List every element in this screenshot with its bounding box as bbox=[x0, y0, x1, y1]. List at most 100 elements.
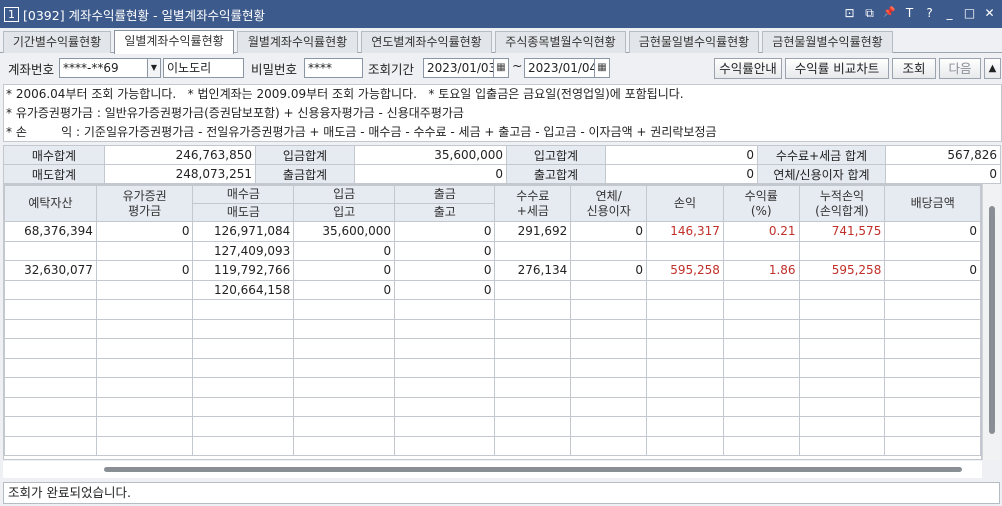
interest-total-value: 0 bbox=[885, 164, 1001, 184]
stock-in-total-label: 입고합계 bbox=[506, 145, 606, 165]
account-number-label: 계좌번호 bbox=[8, 62, 55, 77]
header-in-stock[interactable]: 입고 bbox=[293, 203, 396, 222]
tab-yearly-account-return[interactable]: 연도별계좌수익률현황 bbox=[361, 31, 492, 53]
rate-cell: 0.21 bbox=[722, 221, 800, 242]
tab-gold-monthly-return[interactable]: 금현물월별수익률현황 bbox=[762, 31, 893, 53]
note-line: * 유가증권평가금 : 일반유가증권평가금(증권담보포함) + 신용융자평가금 … bbox=[6, 106, 464, 120]
password-field[interactable]: **** bbox=[304, 58, 363, 78]
fee-tax-total-value: 567,826 bbox=[885, 145, 1001, 165]
password-label: 비밀번호 bbox=[251, 62, 298, 77]
table-row[interactable]: 68,376,394 0 126,971,084 35,600,000 0 29… bbox=[4, 221, 981, 242]
withdraw-total-label: 출금합계 bbox=[255, 164, 355, 184]
horizontal-scrollbar[interactable] bbox=[3, 461, 982, 478]
interest-cell: 0 bbox=[570, 221, 648, 242]
window-number-badge[interactable]: 1 bbox=[4, 6, 19, 22]
empty-table-row[interactable] bbox=[4, 416, 981, 437]
fee-tax-total-label: 수수료+세금 합계 bbox=[757, 145, 886, 165]
dividend-cell: 0 bbox=[884, 221, 981, 242]
cum-pnl-cell: 595,258 bbox=[798, 260, 886, 281]
status-bar: 조회가 완료되었습니다. bbox=[3, 482, 1000, 504]
tab-stock-monthly-return[interactable]: 주식종목별월수익현황 bbox=[495, 31, 626, 53]
deposit-cell: 68,376,394 bbox=[4, 221, 97, 242]
out-money-cell: 0 bbox=[394, 221, 496, 242]
tab-period-return[interactable]: 기간별수익률현황 bbox=[3, 31, 111, 53]
account-number-field[interactable]: ****-**69 bbox=[59, 58, 148, 78]
period-label: 조회기간 bbox=[368, 62, 415, 77]
query-button[interactable]: 조회 bbox=[892, 58, 936, 79]
dividend-cell: 0 bbox=[884, 260, 981, 281]
minimize-icon[interactable]: _ bbox=[943, 5, 956, 21]
account-dropdown-button[interactable]: ▼ bbox=[147, 58, 161, 78]
header-interest[interactable]: 연체/ 신용이자 bbox=[570, 185, 648, 222]
calendar-from-icon[interactable]: ▦ bbox=[493, 58, 509, 78]
tab-gold-daily-return[interactable]: 금현물일별수익률현황 bbox=[629, 31, 759, 53]
empty-table-row[interactable] bbox=[4, 318, 981, 339]
table-row[interactable]: 127,409,093 0 0 bbox=[4, 240, 981, 261]
header-sell[interactable]: 매도금 bbox=[192, 203, 295, 222]
table-row[interactable]: 32,630,077 0 119,792,766 0 0 276,134 0 5… bbox=[4, 260, 981, 281]
header-in-money[interactable]: 입금 bbox=[293, 185, 396, 204]
header-cum-pnl[interactable]: 누적손익 (손익합계) bbox=[798, 185, 886, 222]
summary-table: 매수합계 246,763,850 입금합계 35,600,000 입고합계 0 … bbox=[3, 145, 1001, 184]
empty-table-row[interactable] bbox=[4, 299, 981, 320]
securities-cell: 0 bbox=[95, 260, 194, 281]
tab-daily-account-return[interactable]: 일별계좌수익률현황 bbox=[114, 30, 234, 54]
tab-monthly-account-return[interactable]: 월별계좌수익률현황 bbox=[237, 31, 358, 53]
header-buy[interactable]: 매수금 bbox=[192, 185, 295, 204]
buy-cell: 119,792,766 bbox=[192, 260, 295, 281]
interest-total-label: 연체/신용이자 합계 bbox=[757, 164, 886, 184]
account-name-field: 이노도리 bbox=[163, 58, 244, 78]
calendar-to-icon[interactable]: ▦ bbox=[594, 58, 610, 78]
copy-window-icon[interactable]: ⧉ bbox=[863, 5, 876, 21]
next-button[interactable]: 다음 bbox=[939, 58, 981, 79]
empty-table-row[interactable] bbox=[4, 338, 981, 359]
table-row[interactable]: 120,664,158 0 0 bbox=[4, 279, 981, 300]
interest-cell: 0 bbox=[570, 260, 648, 281]
help-icon[interactable]: ? bbox=[923, 5, 936, 21]
in-money-cell: 35,600,000 bbox=[293, 221, 396, 242]
notes-panel: * 2006.04부터 조회 가능합니다. * 법인계좌는 2009.09부터 … bbox=[3, 84, 1002, 142]
header-pnl[interactable]: 손익 bbox=[646, 185, 724, 222]
date-from-field[interactable]: 2023/01/03 bbox=[423, 58, 494, 78]
horizontal-scroll-thumb[interactable] bbox=[104, 467, 962, 472]
out-stock-cell: 0 bbox=[394, 240, 496, 261]
window-title: [0392] 계좌수익률현황 - 일별계좌수익률현황 bbox=[23, 7, 265, 23]
collapse-up-icon[interactable]: ▲ bbox=[984, 58, 1001, 79]
header-out-stock[interactable]: 출고 bbox=[394, 203, 496, 222]
return-guide-button[interactable]: 수익률안내 bbox=[714, 58, 782, 79]
maximize-icon[interactable]: □ bbox=[963, 5, 976, 21]
pin-icon[interactable]: 📌 bbox=[883, 5, 896, 21]
header-out-money[interactable]: 출금 bbox=[394, 185, 496, 204]
header-securities[interactable]: 유가증권 평가금 bbox=[95, 185, 194, 222]
sell-cell: 120,664,158 bbox=[192, 279, 295, 300]
grid-table: 예탁자산 유가증권 평가금 매수금 입금 출금 수수료 +세금 연체/ 신용이자… bbox=[4, 185, 981, 456]
return-compare-chart-button[interactable]: 수익률 비교차트 bbox=[785, 58, 889, 79]
close-icon[interactable]: ✕ bbox=[983, 5, 996, 21]
note-line: * 손 익 : 기준일유가증권평가금 - 전일유가증권평가금 + 매도금 - 매… bbox=[6, 125, 717, 139]
empty-table-row[interactable] bbox=[4, 396, 981, 417]
header-fee[interactable]: 수수료 +세금 bbox=[494, 185, 572, 222]
rate-cell: 1.86 bbox=[722, 260, 800, 281]
daily-return-grid[interactable]: 예탁자산 유가증권 평가금 매수금 입금 출금 수수료 +세금 연체/ 신용이자… bbox=[3, 184, 982, 460]
vertical-scrollbar[interactable] bbox=[982, 184, 1000, 460]
out-stock-cell: 0 bbox=[394, 279, 496, 300]
buy-cell: 126,971,084 bbox=[192, 221, 295, 242]
buy-total-value: 246,763,850 bbox=[104, 145, 256, 165]
date-to-field[interactable]: 2023/01/04 bbox=[524, 58, 595, 78]
vertical-scroll-thumb[interactable] bbox=[989, 206, 995, 434]
font-size-icon[interactable]: T bbox=[903, 5, 916, 21]
window-controls: ⊡ ⧉ 📌 T ? _ □ ✕ bbox=[843, 5, 996, 21]
screen-icon[interactable]: ⊡ bbox=[843, 5, 856, 21]
deposit-total-label: 입금합계 bbox=[255, 145, 355, 165]
buy-total-label: 매수합계 bbox=[3, 145, 105, 165]
empty-table-row[interactable] bbox=[4, 435, 981, 456]
header-deposit[interactable]: 예탁자산 bbox=[4, 185, 97, 222]
fee-cell: 291,692 bbox=[494, 221, 572, 242]
header-rate[interactable]: 수익률 (%) bbox=[722, 185, 800, 222]
in-stock-cell: 0 bbox=[293, 240, 396, 261]
pnl-cell: 146,317 bbox=[646, 221, 724, 242]
empty-table-row[interactable] bbox=[4, 357, 981, 378]
empty-table-row[interactable] bbox=[4, 377, 981, 398]
header-dividend[interactable]: 배당금액 bbox=[884, 185, 981, 222]
summary-row: 매도합계 248,073,251 출금합계 0 출고합계 0 연체/신용이자 합… bbox=[3, 164, 1001, 184]
